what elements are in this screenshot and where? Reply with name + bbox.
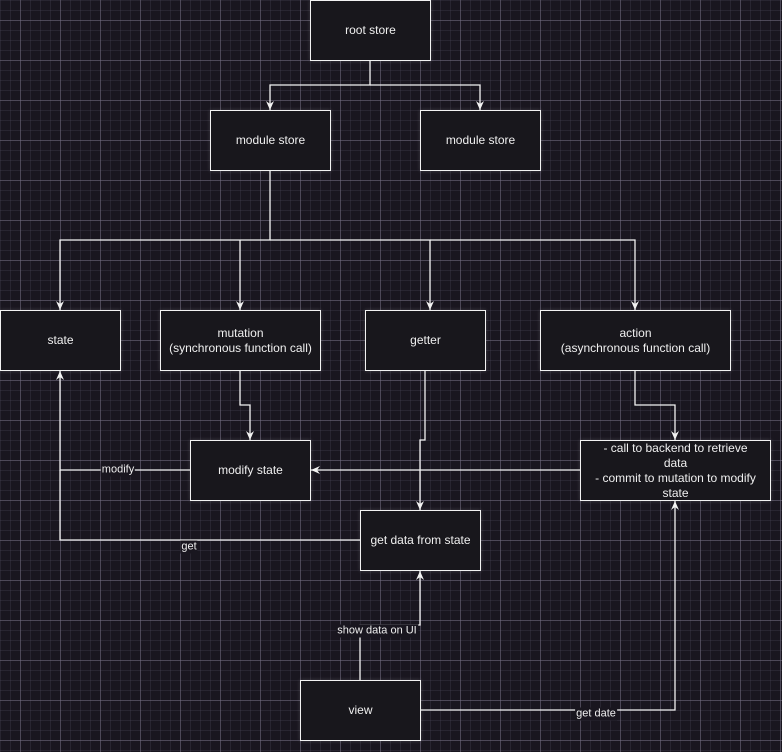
edges-layer	[56, 61, 679, 711]
node-action-steps[interactable]: - call to backend to retrieve data - com…	[580, 440, 771, 501]
edge-mutation-to-modify-state	[239, 371, 251, 440]
node-get-data-from-state[interactable]: get data from state	[360, 510, 481, 571]
edge-modify-state-to-state	[59, 371, 190, 471]
node-action[interactable]: action (asynchronous function call)	[540, 310, 731, 371]
node-module-store-1[interactable]: module store	[210, 110, 331, 171]
node-state[interactable]: state	[0, 310, 121, 371]
node-getter[interactable]: getter	[365, 310, 486, 371]
node-view[interactable]: view	[300, 680, 421, 741]
edge-label-get-date: get date	[575, 707, 617, 721]
node-module-store-2[interactable]: module store	[420, 110, 541, 171]
edge-label-get: get	[180, 540, 198, 554]
diagram-canvas: root store module store module store sta…	[0, 0, 782, 752]
edge-module-to-state	[59, 171, 271, 310]
edge-module-to-getter	[270, 239, 431, 310]
edge-action-to-steps	[634, 371, 676, 440]
node-modify-state[interactable]: modify state	[190, 440, 311, 501]
edge-getter-to-get-data	[419, 371, 426, 510]
edge-root-to-module-1	[269, 61, 371, 110]
edge-label-show-data-on-ui: show data on UI	[336, 624, 418, 638]
node-mutation[interactable]: mutation (synchronous function call)	[160, 310, 321, 371]
edge-module-to-action	[430, 239, 636, 310]
edge-label-modify: modify	[100, 463, 136, 477]
edge-root-to-module-2	[370, 84, 481, 110]
node-root-store[interactable]: root store	[310, 0, 431, 61]
